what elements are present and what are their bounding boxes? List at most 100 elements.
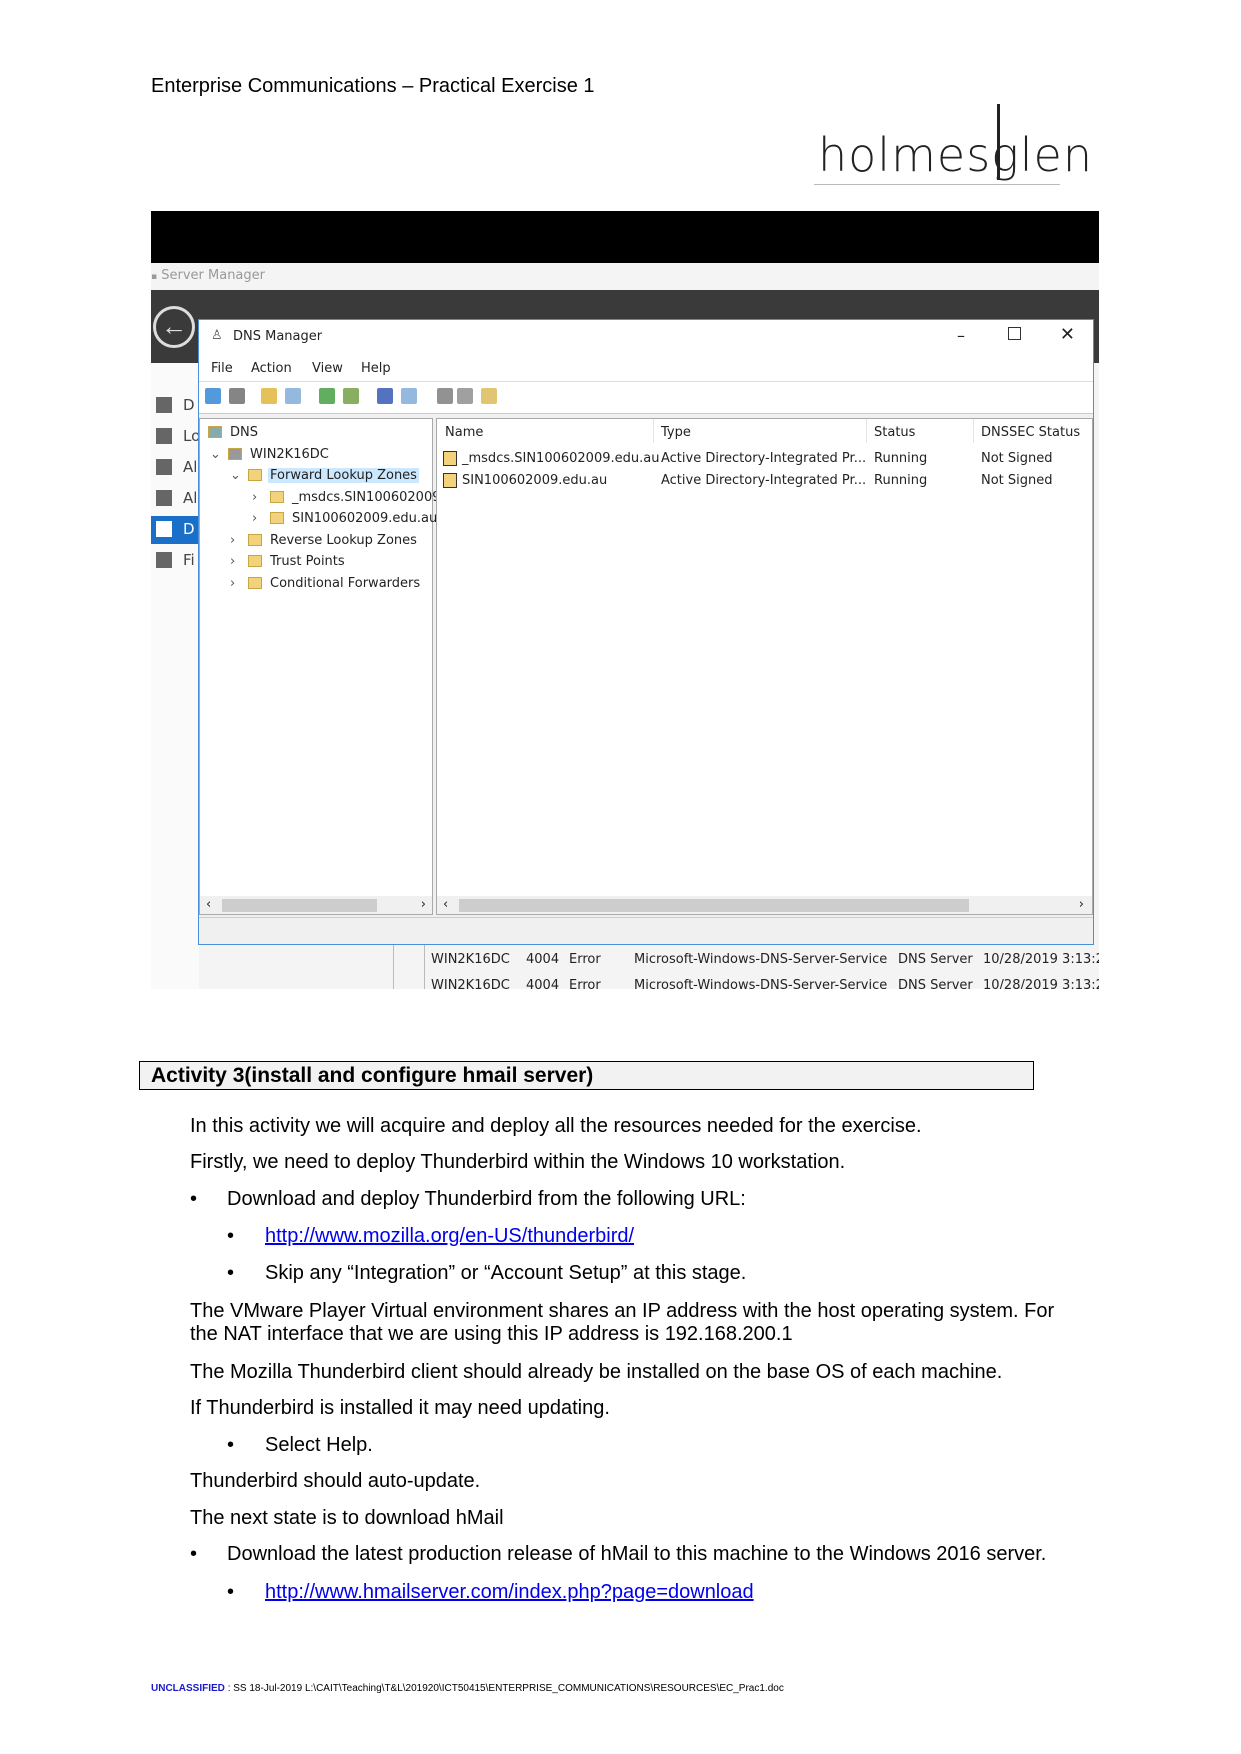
server-icon (228, 447, 242, 460)
help-icon[interactable] (377, 388, 393, 404)
expander-icon[interactable]: › (252, 511, 257, 526)
event-cell: Error (569, 952, 601, 967)
expander-icon[interactable]: › (230, 576, 235, 591)
event-cell: WIN2K16DC (431, 952, 510, 967)
sidebar-item[interactable]: Lo (151, 423, 200, 451)
bullet: • (227, 1225, 235, 1247)
bullet: • (190, 1188, 198, 1210)
event-cell: 10/28/2019 3:13:22 (983, 952, 1099, 967)
event-cell: 4004 (526, 952, 560, 967)
hmail-download-link[interactable]: http://www.hmailserver.com/index.php?pag… (265, 1581, 754, 1604)
tree-item[interactable]: › Trust Points (200, 552, 432, 572)
back-icon[interactable] (205, 388, 221, 404)
server-icon[interactable] (437, 388, 453, 404)
menu-action[interactable]: Action (251, 361, 292, 376)
details-horizontal-scrollbar[interactable]: ‹ › (437, 896, 1092, 914)
bullet: • (227, 1581, 235, 1603)
column-divider[interactable] (653, 419, 654, 443)
bullet: • (227, 1262, 235, 1284)
show-tree-icon[interactable] (285, 388, 301, 404)
cell: Not Signed (981, 473, 1053, 488)
tree-label: WIN2K16DC (250, 446, 329, 462)
expander-icon[interactable]: › (252, 490, 257, 505)
tree-item[interactable]: ⌄ WIN2K16DC (200, 445, 432, 465)
event-row[interactable]: WIN2K16DC 4004 Error Microsoft-Windows-DNS-… (424, 976, 1099, 989)
sidebar-item-label: Al (183, 489, 198, 507)
column-divider[interactable] (866, 419, 867, 443)
window-title: DNS Manager (233, 329, 323, 344)
sidebar-icon (156, 397, 172, 413)
up-folder-icon[interactable] (261, 388, 277, 404)
menu-file[interactable]: File (211, 361, 233, 376)
export-icon[interactable] (343, 388, 359, 404)
column-header[interactable]: DNSSEC Status (981, 425, 1080, 440)
column-header[interactable]: Status (874, 425, 915, 440)
sidebar-item[interactable]: Al (151, 485, 199, 513)
sidebar-item[interactable]: Al (151, 454, 199, 482)
column-header[interactable]: Name (445, 425, 483, 440)
activity-heading: Activity 3(install and configure hmail s… (151, 1064, 594, 1087)
paragraph: Thunderbird should auto-update. (190, 1470, 481, 1492)
forward-icon[interactable] (229, 388, 245, 404)
tree-item[interactable]: › Conditional Forwarders (200, 574, 432, 594)
folder-icon (270, 490, 284, 503)
column-header[interactable]: Type (661, 425, 691, 440)
sidebar-icon (156, 521, 172, 537)
tree-item[interactable]: › SIN100602009.edu.au (200, 509, 437, 529)
tree-item[interactable]: › _msdcs.SIN100602009 (200, 488, 441, 508)
tree-label: Trust Points (270, 554, 345, 569)
paragraph: Firstly, we need to deploy Thunderbird w… (190, 1151, 846, 1173)
redacted-bar (151, 211, 1099, 263)
tree-horizontal-scrollbar[interactable]: ‹ › (200, 896, 432, 914)
cell: SIN100602009.edu.au (462, 473, 608, 488)
menu-help[interactable]: Help (361, 361, 391, 376)
status-bar (199, 917, 1093, 945)
sidebar-icon (156, 428, 172, 444)
column-divider[interactable] (973, 419, 974, 443)
bullet: • (190, 1543, 198, 1565)
sidebar-icon (156, 552, 172, 568)
zone-row[interactable]: _msdcs.SIN100602009.edu.au Active Directo… (437, 449, 1092, 469)
event-cell: DNS Server (898, 952, 973, 967)
cell: Active Directory-Integrated Pr... (661, 451, 867, 466)
folder-icon (248, 576, 262, 589)
sidebar-item[interactable]: D (151, 516, 199, 544)
tree-item[interactable]: › Reverse Lookup Zones (200, 531, 432, 551)
expander-icon[interactable]: ⌄ (230, 468, 241, 483)
paragraph: If Thunderbird is installed it may need … (190, 1397, 610, 1419)
properties-icon[interactable] (401, 388, 417, 404)
expander-icon[interactable]: › (230, 533, 235, 548)
event-row[interactable]: WIN2K16DC 4004 Error Microsoft-Windows-DNS-… (424, 950, 1099, 972)
folder-icon (208, 426, 222, 438)
event-cell: Error (569, 978, 601, 989)
tree-item[interactable]: DNS (200, 423, 432, 443)
zone-row[interactable]: SIN100602009.edu.au Active Directory-Inte… (437, 471, 1092, 491)
menu-view[interactable]: View (312, 361, 343, 376)
zone-icon (443, 451, 457, 466)
paragraph: In this activity we will acquire and dep… (190, 1115, 922, 1137)
event-cell: 4004 (526, 978, 560, 989)
close-button[interactable]: ✕ (1060, 324, 1075, 345)
minimize-button[interactable]: – (957, 326, 965, 345)
tree-item[interactable]: ⌄ Forward Lookup Zones (200, 466, 432, 486)
folder-icon (248, 533, 262, 546)
footer-separator: : (227, 1683, 231, 1694)
back-arrow-icon[interactable]: ← (153, 306, 195, 348)
refresh-icon[interactable] (319, 388, 335, 404)
sidebar-item-label: D (183, 520, 195, 538)
list-icon[interactable] (457, 388, 473, 404)
zone-icon[interactable] (481, 388, 497, 404)
sidebar-item[interactable]: D (151, 392, 199, 420)
sidebar-icon (156, 459, 172, 475)
expander-icon[interactable]: › (230, 554, 235, 569)
bullet-text: Download the latest production release o… (227, 1543, 1047, 1565)
expander-icon[interactable]: ⌄ (210, 447, 221, 462)
thunderbird-link[interactable]: http://www.mozilla.org/en-US/thunderbird… (265, 1225, 634, 1248)
bullet: • (227, 1434, 235, 1456)
maximize-button[interactable] (1008, 327, 1021, 340)
footer: UNCLASSIFIED : SS 18-Jul-2019 L:\CAIT\Te… (151, 1683, 784, 1694)
tree-label: Forward Lookup Zones (268, 468, 419, 483)
sidebar-item[interactable]: Fi (151, 547, 199, 575)
bullet-text: Download and deploy Thunderbird from the… (227, 1188, 746, 1210)
event-cell: Microsoft-Windows-DNS-Server-Service (634, 952, 888, 967)
